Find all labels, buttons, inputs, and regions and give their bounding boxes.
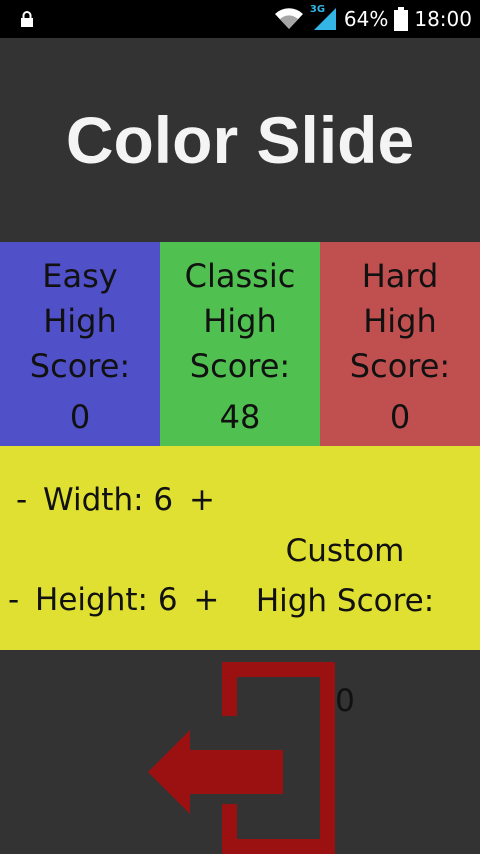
height-label: Height: 6 xyxy=(35,582,178,618)
hard-high-score-value: 0 xyxy=(389,398,411,436)
signal-icon: 3G xyxy=(310,4,338,32)
lock-icon xyxy=(21,11,33,27)
height-control: - Height: 6 + xyxy=(2,582,225,618)
custom-high-score-label: Custom High Score: xyxy=(255,533,435,619)
classic-mode-button[interactable]: Classic High Score: 48 xyxy=(160,242,320,446)
width-increase-button[interactable]: + xyxy=(183,482,221,518)
custom-mode-panel: - Width: 6 + - Height: 6 + Custom High S… xyxy=(0,446,480,719)
width-control: - Width: 6 + xyxy=(10,482,221,518)
mode-scores: Easy High Score: 0 Classic High Score: 4… xyxy=(0,242,480,446)
battery-percent: 64% xyxy=(343,7,389,31)
width-decrease-button[interactable]: - xyxy=(10,482,33,518)
easy-mode-button[interactable]: Easy High Score: 0 xyxy=(0,242,160,446)
hard-mode-button[interactable]: Hard High Score: 0 xyxy=(320,242,480,446)
width-label: Width: 6 xyxy=(43,482,174,518)
classic-high-score-label: Classic High Score: xyxy=(184,257,296,385)
status-icons: 3G 64% 18:00 xyxy=(274,0,472,38)
app-title: Color Slide xyxy=(65,103,415,177)
exit-icon[interactable] xyxy=(140,654,340,854)
status-bar: 3G 64% 18:00 xyxy=(0,0,480,38)
height-increase-button[interactable]: + xyxy=(187,582,225,618)
wifi-icon xyxy=(274,8,303,29)
battery-icon xyxy=(394,7,409,31)
height-decrease-button[interactable]: - xyxy=(2,582,25,618)
easy-high-score-label: Easy High Score: xyxy=(29,257,131,385)
title-area: Color Slide xyxy=(0,38,480,242)
clock: 18:00 xyxy=(414,7,472,31)
classic-high-score-value: 48 xyxy=(219,398,261,436)
exit-area xyxy=(0,650,480,854)
easy-high-score-value: 0 xyxy=(69,398,91,436)
hard-high-score-label: Hard High Score: xyxy=(349,257,451,385)
